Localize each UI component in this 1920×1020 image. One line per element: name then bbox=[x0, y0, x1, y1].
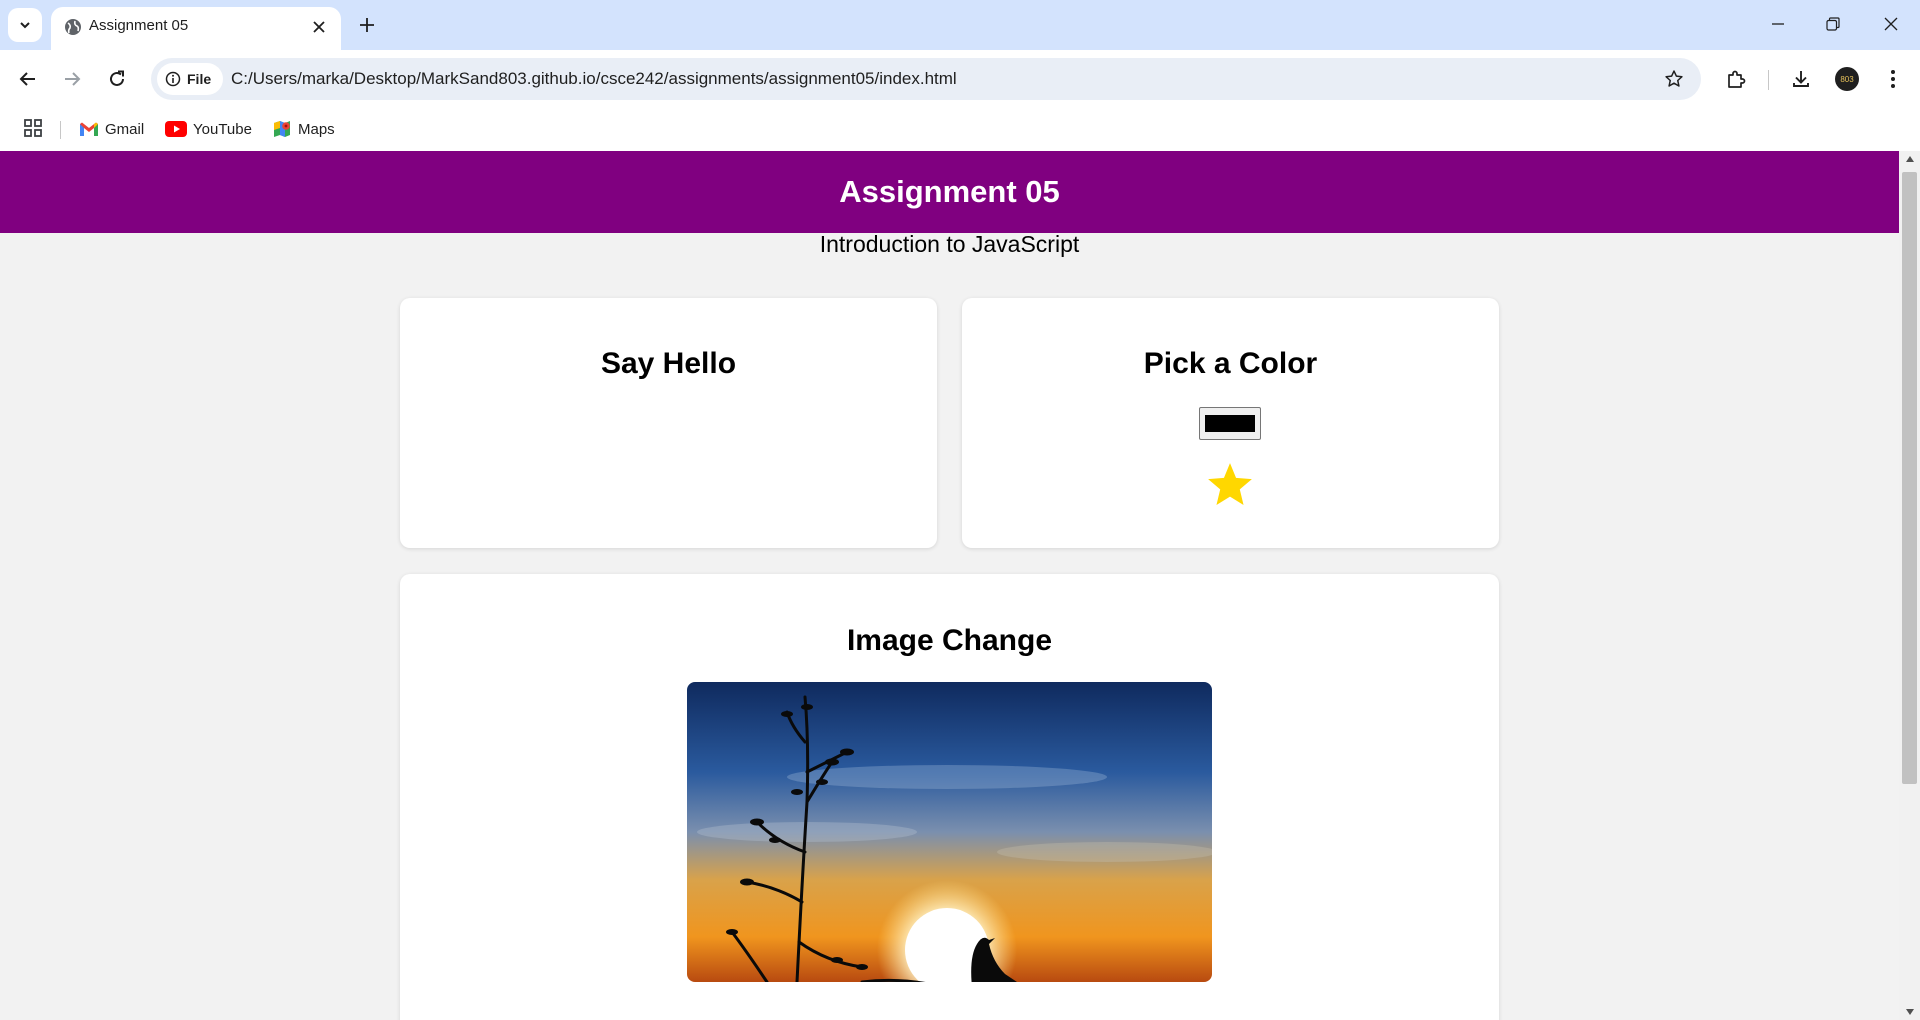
scrollbar-thumb[interactable] bbox=[1902, 172, 1917, 784]
scroll-down-arrow[interactable] bbox=[1899, 1004, 1920, 1020]
browser-tab[interactable]: Assignment 05 bbox=[51, 7, 341, 50]
pick-color-card: Pick a Color bbox=[962, 298, 1499, 548]
bookmark-gmail[interactable]: Gmail bbox=[79, 117, 144, 141]
apps-grid-icon[interactable] bbox=[22, 117, 44, 139]
extensions-button[interactable] bbox=[1719, 62, 1753, 96]
triangle-down-icon bbox=[1905, 1009, 1914, 1015]
page-viewport: Assignment 05 Introduction to JavaScript… bbox=[0, 151, 1899, 1020]
color-picker-input[interactable] bbox=[1199, 407, 1261, 440]
browser-toolbar: File C:/Users/marka/Desktop/MarkSand803.… bbox=[0, 50, 1920, 107]
globe-icon bbox=[65, 19, 81, 35]
close-window-button[interactable] bbox=[1868, 6, 1914, 42]
tab-search-button[interactable] bbox=[8, 8, 42, 42]
new-tab-button[interactable] bbox=[353, 11, 381, 39]
arrow-left-icon bbox=[19, 72, 35, 86]
site-info-chip[interactable]: File bbox=[157, 63, 224, 95]
page-subtitle: Introduction to JavaScript bbox=[819, 231, 1080, 257]
info-icon bbox=[165, 71, 181, 87]
minimize-icon bbox=[1772, 23, 1784, 25]
site-header: Assignment 05 bbox=[0, 151, 1899, 233]
tab-close-button[interactable] bbox=[309, 17, 329, 37]
kebab-menu-icon bbox=[1891, 70, 1895, 88]
tab-strip: Assignment 05 bbox=[0, 0, 1920, 50]
profile-avatar[interactable]: 803 bbox=[1835, 67, 1859, 91]
bookmark-label: Gmail bbox=[105, 120, 145, 138]
back-button[interactable] bbox=[11, 62, 45, 96]
tab-title: Assignment 05 bbox=[89, 17, 189, 34]
bookmark-star-button[interactable] bbox=[1661, 66, 1687, 92]
star-outline-icon bbox=[1665, 70, 1683, 87]
image-change-heading: Image Change bbox=[846, 624, 1053, 657]
address-bar[interactable]: File C:/Users/marka/Desktop/MarkSand803.… bbox=[151, 58, 1701, 100]
gmail-icon bbox=[80, 122, 98, 136]
site-chip-label: File bbox=[187, 71, 212, 87]
page-title: Assignment 05 bbox=[839, 174, 1060, 209]
toolbar-divider bbox=[1768, 70, 1769, 90]
sunset-bird-image[interactable] bbox=[687, 682, 1212, 982]
downloads-button[interactable] bbox=[1784, 62, 1818, 96]
image-change-card: Image Change bbox=[400, 574, 1499, 1020]
restore-button[interactable] bbox=[1810, 6, 1856, 42]
reload-button[interactable] bbox=[100, 62, 134, 96]
puzzle-icon bbox=[1728, 70, 1746, 88]
star-icon bbox=[1208, 463, 1252, 505]
browser-menu-button[interactable] bbox=[1876, 62, 1910, 96]
maps-icon bbox=[274, 121, 290, 137]
bookmarks-divider bbox=[60, 121, 61, 139]
bookmark-label: Maps bbox=[298, 120, 335, 138]
download-icon bbox=[1793, 71, 1809, 87]
scroll-up-arrow[interactable] bbox=[1899, 151, 1920, 167]
restore-icon bbox=[1826, 17, 1840, 31]
chevron-down-icon bbox=[20, 22, 30, 29]
page-scrollbar[interactable] bbox=[1899, 151, 1920, 1020]
close-icon bbox=[1884, 17, 1898, 31]
bookmarks-bar: Gmail YouTube Maps bbox=[0, 107, 1920, 151]
say-hello-heading[interactable]: Say Hello bbox=[400, 347, 937, 381]
bookmark-label: YouTube bbox=[193, 120, 252, 138]
forward-button[interactable] bbox=[55, 62, 89, 96]
bookmark-maps[interactable]: Maps bbox=[272, 117, 335, 141]
url-text[interactable]: C:/Users/marka/Desktop/MarkSand803.githu… bbox=[231, 69, 957, 89]
close-icon bbox=[313, 21, 325, 33]
bookmark-youtube[interactable]: YouTube bbox=[165, 117, 252, 141]
plus-icon bbox=[360, 18, 374, 32]
youtube-icon bbox=[165, 121, 187, 137]
say-hello-card: Say Hello bbox=[400, 298, 937, 548]
arrow-right-icon bbox=[65, 72, 81, 86]
pick-color-heading: Pick a Color bbox=[1143, 347, 1318, 380]
triangle-up-icon bbox=[1905, 156, 1914, 162]
reload-icon bbox=[110, 70, 124, 86]
color-swatch bbox=[1205, 415, 1255, 432]
minimize-button[interactable] bbox=[1755, 6, 1801, 42]
